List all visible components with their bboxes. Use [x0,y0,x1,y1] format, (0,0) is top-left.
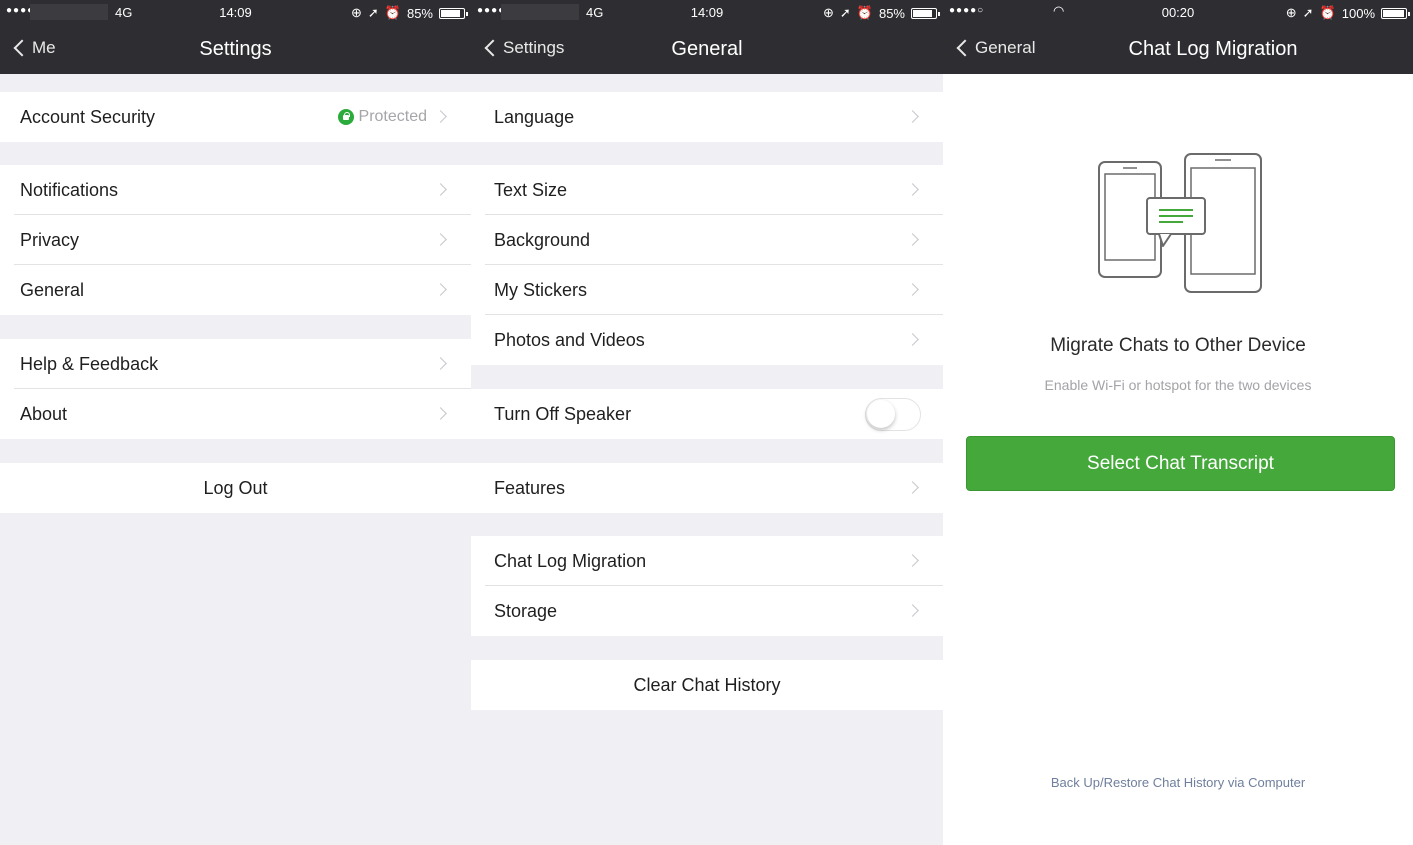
chevron-right-icon [906,283,919,296]
row-label: Features [494,478,566,498]
chevron-right-icon [906,481,919,494]
battery-percent: 100% [1341,5,1375,21]
chevron-right-icon [906,554,919,567]
security-status: Protected [337,108,427,126]
chevron-right-icon [906,110,919,123]
rotation-lock-icon: ⊕ [1285,5,1297,20]
settings-row-general[interactable]: General [0,265,471,315]
location-icon: ➚ [839,5,851,20]
nav-bar: General Chat Log Migration [943,24,1413,74]
alarm-icon: ⏰ [856,5,873,20]
row-label: Help & Feedback [20,354,159,374]
chevron-right-icon [434,183,447,196]
general-row-language[interactable]: Language [471,92,943,142]
row-label: About [20,404,68,424]
general-row-chat-log-migration[interactable]: Chat Log Migration [471,536,943,586]
chevron-right-icon [906,233,919,246]
row-label: Language [494,107,575,127]
general-screen: ●●●●● 4G 14:09 ⊕ ➚ ⏰ 85% Settings Genera… [471,0,943,845]
row-label: Account Security [20,107,156,127]
rotation-lock-icon: ⊕ [350,5,362,20]
row-label: General [20,280,85,300]
chevron-right-icon [906,333,919,346]
chevron-right-icon [434,283,447,296]
battery-icon [1381,7,1410,19]
general-row-text-size[interactable]: Text Size [471,165,943,215]
page-title: General [671,38,743,60]
settings-screen: ●●●●● 4G 14:09 ⊕ ➚ ⏰ 85% Me Settings Acc… [0,0,471,845]
chevron-right-icon [434,110,447,123]
clear-chat-history-button[interactable]: Clear Chat History [471,660,943,710]
chevron-right-icon [434,357,447,370]
row-label: Storage [494,601,558,621]
battery-percent: 85% [878,5,905,21]
battery-icon [911,7,940,19]
log-out-button[interactable]: Log Out [0,463,471,513]
page-title: Chat Log Migration [1128,38,1298,60]
page-title: Settings [199,38,272,60]
status-bar: ●●●●● 4G 14:09 ⊕ ➚ ⏰ 85% [0,0,471,24]
alarm-icon: ⏰ [1319,5,1336,20]
chat-log-migration-screen: ●●●●○ ◠ 00:20 ⊕ ➚ ⏰ 100% General Chat Lo… [943,0,1413,845]
settings-row-notifications[interactable]: Notifications [0,165,471,215]
battery-icon [439,7,468,19]
general-row-features[interactable]: Features [471,463,943,513]
log-out-label: Log Out [203,478,268,498]
general-row-photos-videos[interactable]: Photos and Videos [471,315,943,365]
chevron-left-icon [956,39,974,57]
status-bar: ●●●●○ ◠ 00:20 ⊕ ➚ ⏰ 100% [943,0,1413,24]
settings-row-about[interactable]: About [0,389,471,439]
row-label: Notifications [20,180,119,200]
migrate-subtext: Enable Wi-Fi or hotspot for the two devi… [1044,377,1312,393]
toggle-knob [867,400,895,428]
chevron-right-icon [434,233,447,246]
settings-row-help-feedback[interactable]: Help & Feedback [0,339,471,389]
row-label: Chat Log Migration [494,551,647,571]
nav-bar: Settings General [471,24,943,74]
general-row-storage[interactable]: Storage [471,586,943,636]
general-row-background[interactable]: Background [471,215,943,265]
general-row-turn-off-speaker: Turn Off Speaker [471,389,943,439]
lock-shield-icon [337,109,354,125]
row-label: Background [494,230,591,250]
speaker-toggle-switch[interactable] [865,398,921,431]
nav-bar: Me Settings [0,24,471,74]
row-label: Photos and Videos [494,330,645,350]
select-chat-transcript-button[interactable]: Select Chat Transcript [966,436,1395,491]
chevron-right-icon [906,604,919,617]
chevron-right-icon [434,407,447,420]
clear-chat-history-label: Clear Chat History [633,675,781,695]
rotation-lock-icon: ⊕ [822,5,834,20]
row-label: Turn Off Speaker [494,404,632,424]
settings-row-privacy[interactable]: Privacy [0,215,471,265]
general-row-my-stickers[interactable]: My Stickers [471,265,943,315]
battery-percent: 85% [406,5,433,21]
row-label: Privacy [20,230,80,250]
backup-restore-link[interactable]: Back Up/Restore Chat History via Compute… [943,775,1413,790]
settings-row-account-security[interactable]: Account Security Protected [0,92,471,142]
location-icon: ➚ [367,5,379,20]
chevron-right-icon [906,183,919,196]
migrate-heading: Migrate Chats to Other Device [1050,335,1306,356]
security-status-text: Protected [358,108,427,125]
row-label: My Stickers [494,280,588,300]
two-phones-chat-icon [1098,153,1262,293]
status-bar: ●●●●● 4G 14:09 ⊕ ➚ ⏰ 85% [471,0,943,24]
location-icon: ➚ [1302,5,1314,20]
alarm-icon: ⏰ [384,5,401,20]
row-label: Text Size [494,180,568,200]
